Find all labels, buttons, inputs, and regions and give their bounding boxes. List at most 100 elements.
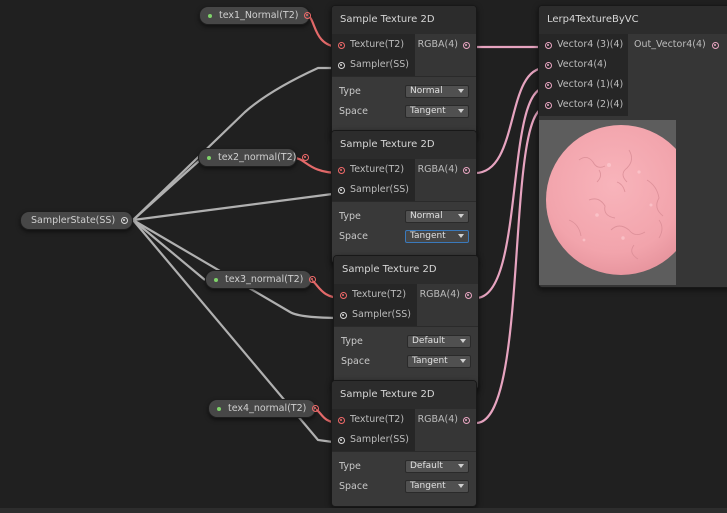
wire-sampler-6 [132, 219, 206, 281]
property-tex3[interactable]: tex3_normal(T2) [205, 270, 317, 289]
vector4-input-port[interactable]: Vector4 (1)(4) [539, 75, 628, 95]
node-title[interactable]: Sample Texture 2D [332, 381, 476, 409]
dropdown-value: Default [412, 336, 445, 346]
dropdown-arrow-icon [460, 359, 466, 363]
dropdown-arrow-icon [458, 109, 464, 113]
rgba-port-icon[interactable] [463, 41, 470, 49]
out-vector4-port[interactable]: Out_Vector4(4) [628, 35, 727, 55]
rgba-port-icon[interactable] [463, 416, 470, 424]
port-label: RGBA(4) [417, 39, 458, 50]
node-settings: Type Default Space Tangent [334, 326, 478, 377]
rgba-output-port[interactable]: RGBA(4) [417, 285, 478, 305]
space-dropdown[interactable]: Tangent [407, 354, 471, 368]
property-label: SamplerState(SS) [31, 215, 116, 226]
port-label: Texture(T2) [350, 39, 405, 50]
status-bar [0, 508, 727, 513]
property-tex2[interactable]: tex2_normal(T2) [198, 148, 310, 167]
wire-sampler-2[interactable] [132, 191, 341, 222]
dropdown-value: Normal [410, 86, 443, 96]
vector-port-icon[interactable] [545, 61, 552, 69]
vector4-input-port[interactable]: Vector4 (2)(4) [539, 95, 628, 115]
vector4-input-port[interactable]: Vector4 (3)(4) [539, 35, 628, 55]
dropdown-value: Tangent [410, 106, 446, 116]
node-title[interactable]: Sample Texture 2D [332, 131, 476, 159]
vector-port-icon[interactable] [711, 41, 719, 49]
dropdown-arrow-icon [458, 214, 464, 218]
texture-input-port[interactable]: Texture(T2) [334, 285, 417, 305]
space-dropdown[interactable]: Tangent [405, 104, 469, 118]
sample-texture-node-4[interactable]: Sample Texture 2D Texture(T2) Sampler(SS… [331, 380, 477, 507]
rgba-port-icon[interactable] [465, 291, 472, 299]
sampler-input-port[interactable]: Sampler(SS) [332, 55, 415, 75]
wire-sampler-5 [132, 159, 201, 221]
exposed-indicator-icon [217, 406, 221, 411]
type-dropdown[interactable]: Normal [405, 209, 469, 223]
space-label: Space [339, 230, 368, 242]
space-dropdown[interactable]: Tangent [405, 479, 469, 493]
dropdown-arrow-icon [458, 484, 464, 488]
texture-port-icon[interactable] [340, 291, 347, 299]
type-label: Type [339, 210, 361, 222]
wire-rgba-4[interactable] [475, 106, 546, 425]
vector4-input-port[interactable]: Vector4(4) [539, 55, 628, 75]
rgba-output-port[interactable]: RGBA(4) [415, 35, 476, 55]
sampler-port-icon[interactable] [340, 311, 347, 319]
port-label: Vector4(4) [557, 59, 607, 70]
sample-texture-node-3[interactable]: Sample Texture 2D Texture(T2) Sampler(SS… [333, 255, 479, 390]
vector-port-icon[interactable] [545, 41, 552, 49]
rgba-port-icon[interactable] [463, 166, 470, 174]
type-dropdown[interactable]: Default [405, 459, 469, 473]
texture-port-icon[interactable] [338, 416, 345, 424]
property-tex4[interactable]: tex4_normal(T2) [208, 399, 320, 418]
space-label: Space [339, 105, 368, 117]
node-title[interactable]: Lerp4TextureByVC [539, 6, 727, 34]
type-label: Type [339, 460, 361, 472]
port-label: Vector4 (3)(4) [557, 39, 624, 50]
sampler-input-port[interactable]: Sampler(SS) [332, 430, 415, 450]
sampler-port-icon[interactable] [338, 436, 345, 444]
sampler-input-port[interactable]: Sampler(SS) [334, 305, 417, 325]
port-label: Sampler(SS) [352, 309, 411, 320]
port-label: Texture(T2) [352, 289, 407, 300]
dropdown-arrow-icon [458, 89, 464, 93]
wire-sampler-3[interactable] [132, 219, 343, 320]
port-label: Texture(T2) [350, 164, 405, 175]
property-sampler-state[interactable]: SamplerState(SS) [20, 211, 133, 230]
vector-port-icon[interactable] [545, 81, 552, 89]
texture-port-icon[interactable] [338, 166, 345, 174]
node-title[interactable]: Sample Texture 2D [332, 6, 476, 34]
texture-input-port[interactable]: Texture(T2) [332, 160, 415, 180]
texture-input-port[interactable]: Texture(T2) [332, 35, 415, 55]
sampler-output-port-icon[interactable] [121, 217, 129, 224]
sampler-port-icon[interactable] [338, 186, 345, 194]
property-tex1[interactable]: tex1_Normal(T2) [199, 6, 312, 25]
sample-texture-node-2[interactable]: Sample Texture 2D Texture(T2) Sampler(SS… [331, 130, 477, 264]
sampler-port-icon[interactable] [338, 61, 345, 69]
space-dropdown[interactable]: Tangent [405, 229, 469, 243]
property-label: tex4_normal(T2) [228, 403, 307, 414]
port-label: Texture(T2) [350, 414, 405, 425]
port-label: Sampler(SS) [350, 184, 409, 195]
node-settings: Type Default Space Tangent [332, 451, 476, 502]
sample-texture-node-1[interactable]: Sample Texture 2D Texture(T2) Sampler(SS… [331, 5, 477, 138]
port-label: RGBA(4) [417, 414, 458, 425]
rgba-output-port[interactable]: RGBA(4) [415, 160, 476, 180]
type-dropdown[interactable]: Normal [405, 84, 469, 98]
dropdown-value: Tangent [410, 481, 446, 491]
vector-port-icon[interactable] [545, 101, 552, 109]
dropdown-value: Tangent [410, 231, 446, 241]
rgba-output-port[interactable]: RGBA(4) [415, 410, 476, 430]
type-label: Type [339, 85, 361, 97]
dropdown-arrow-icon [458, 234, 464, 238]
port-label: RGBA(4) [417, 164, 458, 175]
type-dropdown[interactable]: Default [407, 334, 471, 348]
dropdown-arrow-icon [458, 464, 464, 468]
dropdown-value: Normal [410, 211, 443, 221]
node-preview[interactable] [539, 120, 696, 285]
texture-port-icon[interactable] [338, 41, 345, 49]
texture-input-port[interactable]: Texture(T2) [332, 410, 415, 430]
node-title[interactable]: Sample Texture 2D [334, 256, 478, 284]
sampler-input-port[interactable]: Sampler(SS) [332, 180, 415, 200]
wire-rgba-2[interactable] [474, 66, 546, 175]
port-label: Sampler(SS) [350, 434, 409, 445]
